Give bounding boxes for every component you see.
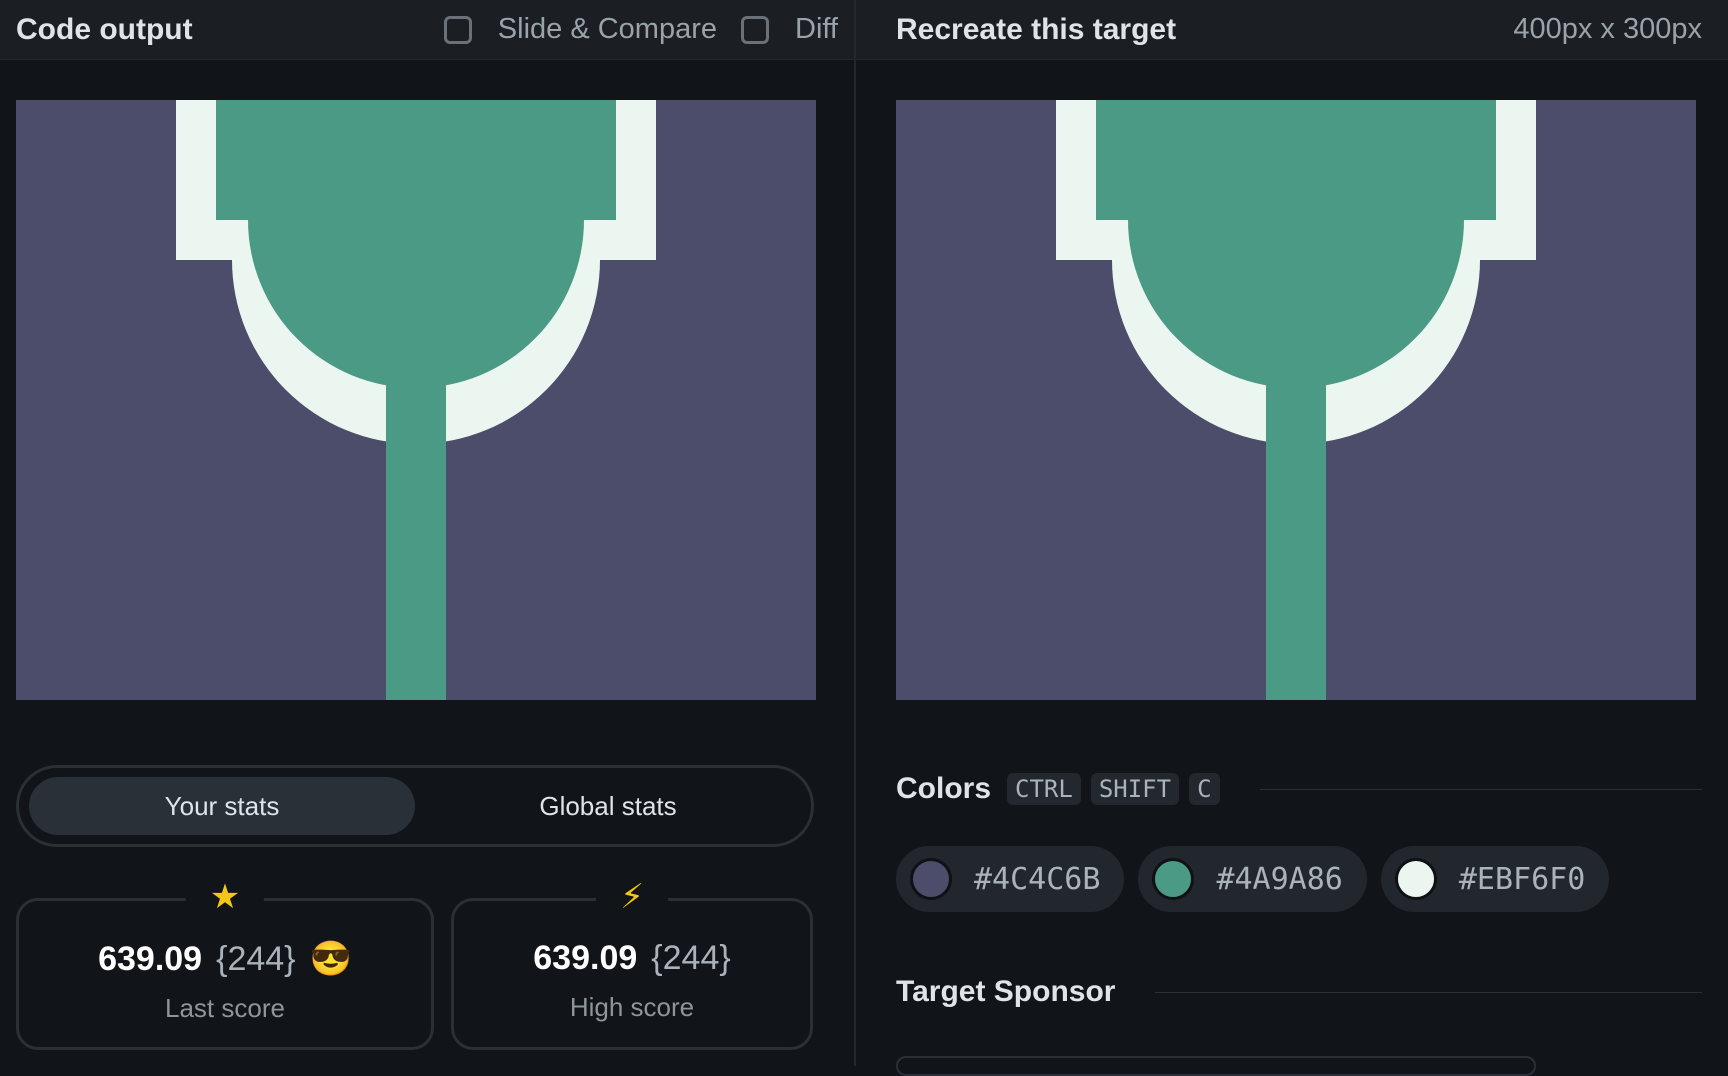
shortcut-key-shift: SHIFT bbox=[1090, 773, 1180, 805]
last-score-count: {244} bbox=[216, 940, 296, 978]
tab-global-stats[interactable]: Global stats bbox=[415, 777, 801, 835]
sponsor-card[interactable] bbox=[896, 1056, 1536, 1076]
sponsor-header: Target Sponsor bbox=[896, 975, 1702, 1009]
last-score-value: 639.09 {244} 😎 bbox=[19, 939, 431, 979]
color-swatch[interactable]: #EBF6F0 bbox=[1380, 846, 1610, 912]
target-dimensions: 400px x 300px bbox=[1513, 13, 1702, 45]
code-output-header: Code output Slide & Compare Diff bbox=[0, 0, 854, 60]
color-swatch[interactable]: #4C4C6B bbox=[896, 846, 1125, 912]
app-root: Code output Slide & Compare Diff Your st… bbox=[0, 0, 1728, 1076]
target-title: Recreate this target bbox=[896, 12, 1177, 46]
last-score-card: ★ 639.09 {244} 😎 Last score bbox=[16, 875, 434, 1050]
last-score-label: Last score bbox=[165, 993, 285, 1023]
sponsor-title: Target Sponsor bbox=[896, 975, 1116, 1008]
high-score-count: {244} bbox=[651, 939, 731, 977]
target-canvas[interactable] bbox=[896, 100, 1696, 704]
target-header: Recreate this target 400px x 300px bbox=[856, 0, 1728, 60]
color-hex: #4C4C6B bbox=[974, 861, 1101, 897]
lightning-icon: ⚡ bbox=[596, 875, 668, 919]
color-hex: #EBF6F0 bbox=[1458, 861, 1586, 897]
colors-divider-line bbox=[1259, 788, 1702, 790]
colors-title: Colors bbox=[896, 772, 992, 805]
color-swatch[interactable]: #4A9A86 bbox=[1138, 846, 1367, 912]
slide-compare-checkbox[interactable] bbox=[443, 15, 472, 44]
stats-toggle: Your stats Global stats bbox=[16, 765, 814, 847]
target-stem-rect bbox=[1266, 380, 1326, 700]
high-score-label: High score bbox=[569, 992, 695, 1022]
color-dot bbox=[1394, 858, 1437, 900]
high-score-value: 639.09 {244} bbox=[454, 939, 810, 978]
target-render bbox=[896, 100, 1696, 700]
output-render bbox=[16, 100, 816, 700]
star-icon: ★ bbox=[185, 875, 265, 919]
color-swatches: #4C4C6B #4A9A86 #EBF6F0 bbox=[896, 846, 1623, 912]
stem-rect bbox=[386, 380, 446, 700]
diff-checkbox[interactable] bbox=[741, 15, 770, 44]
code-output-canvas[interactable] bbox=[16, 100, 816, 704]
high-score-number: 639.09 bbox=[533, 939, 638, 977]
color-hex: #4A9A86 bbox=[1216, 861, 1343, 897]
sponsor-divider-line bbox=[1155, 991, 1702, 993]
tab-your-stats[interactable]: Your stats bbox=[29, 777, 415, 835]
diff-option[interactable]: Diff bbox=[741, 13, 838, 46]
high-score-card: ⚡ 639.09 {244} High score bbox=[451, 875, 813, 1050]
diff-label: Diff bbox=[795, 13, 838, 45]
target-pane: Recreate this target 400px x 300px Color… bbox=[856, 0, 1728, 1076]
sunglasses-emoji-icon: 😎 bbox=[309, 940, 352, 978]
shortcut-key-ctrl: CTRL bbox=[1007, 773, 1081, 805]
color-dot bbox=[1152, 858, 1195, 900]
slide-compare-label: Slide & Compare bbox=[497, 13, 718, 45]
slide-compare-option[interactable]: Slide & Compare bbox=[443, 13, 718, 46]
color-dot bbox=[910, 858, 952, 900]
code-output-pane: Code output Slide & Compare Diff Your st… bbox=[0, 0, 854, 1066]
code-output-title: Code output bbox=[16, 12, 193, 46]
colors-header: Colors CTRL SHIFT C bbox=[896, 772, 1702, 806]
shortcut-key-c: C bbox=[1189, 773, 1220, 805]
last-score-number: 639.09 bbox=[98, 940, 203, 978]
